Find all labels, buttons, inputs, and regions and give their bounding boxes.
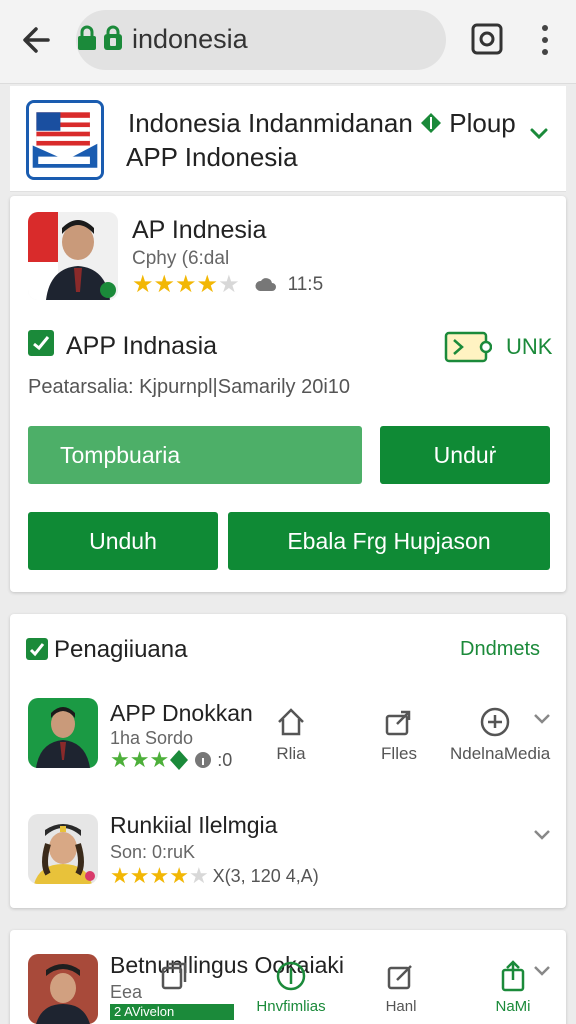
bottom-app-card: Betnunllingus Ookaiaki Eea 2 AVivelon Hn… — [10, 930, 566, 1024]
chevron-down-icon[interactable] — [528, 122, 550, 144]
row-app-name[interactable]: Runkiial Ilelmgia — [110, 812, 277, 839]
address-bar[interactable]: indonesia — [76, 10, 446, 70]
info-icon — [195, 752, 212, 768]
action-home[interactable]: Rlia — [246, 706, 336, 764]
ticket-icon[interactable] — [444, 330, 492, 364]
action-add[interactable]: Hnvfimlias — [246, 960, 336, 1015]
star-half-icon: ★ — [196, 271, 219, 298]
row-rating: ★ ★ ★ :0 — [110, 748, 232, 772]
list-checkbox[interactable] — [26, 638, 48, 660]
star-icon: ★ — [169, 863, 189, 888]
related-apps-card: Penagiiuana Dndmets APP Dnokkan 1ha Sord… — [10, 614, 566, 908]
leaf-icon — [170, 750, 189, 770]
share-icon — [385, 710, 411, 736]
plus-circle-icon — [276, 961, 306, 991]
url-text[interactable]: indonesia — [132, 24, 248, 55]
browser-toolbar: indonesia — [0, 0, 576, 84]
action-copy[interactable] — [130, 960, 220, 992]
secure-badge-icon — [104, 25, 122, 50]
back-arrow-icon[interactable] — [18, 22, 54, 58]
home-icon — [278, 708, 304, 736]
action-media-label: NdelnaMedia — [450, 744, 551, 763]
download-icon — [480, 707, 510, 737]
copy-icon — [161, 962, 187, 990]
star-icon: ★ — [149, 747, 170, 772]
app-header: Indonesia Indanmidanan Ploup APP Indones… — [10, 86, 566, 192]
star-icon: ★ — [110, 863, 130, 888]
overflow-menu-icon[interactable] — [534, 22, 556, 58]
leaf-icon — [421, 113, 442, 133]
edit-icon — [387, 965, 412, 990]
list-title: Penagiiuana — [54, 636, 188, 663]
action-edit-label: Hanl — [385, 998, 417, 1015]
unk-label[interactable]: UNK — [506, 334, 552, 360]
row-avatar[interactable] — [28, 954, 98, 1024]
row-rating: ★ ★ ★ ★ ★ X(3, 120 4,A) — [110, 864, 319, 888]
app-avatar — [28, 212, 118, 300]
app-description: Peatarsalia: Kjpurnpl|Samarily 20i10 — [28, 376, 351, 398]
app-detail-card: AP Indnesia Cphy (6:dal ★ ★ ★ ★ ★ 11:5 A… — [10, 196, 566, 592]
row-app-sub: 1ha Sordo — [110, 728, 194, 748]
header-title: Indonesia Indanmidanan Ploup — [128, 108, 516, 138]
row-app-sub: Son: 0:ruK — [110, 842, 196, 862]
row-app-name[interactable]: APP Dnokkan — [110, 700, 253, 727]
action-files-label: Flles — [381, 744, 417, 763]
star-icon: ★ — [132, 271, 154, 298]
header-subtitle: APP Indonesia — [126, 142, 298, 172]
action-files[interactable]: Flles — [354, 706, 444, 764]
row-rating-extra: :0 — [217, 749, 233, 770]
unduh-button-right[interactable]: Unduṙ — [380, 426, 550, 484]
version-badge: 2 AVivelon — [110, 1004, 234, 1020]
chevron-down-icon[interactable] — [532, 960, 552, 980]
list-more-link[interactable]: Dndmets — [460, 638, 540, 661]
checkbox-checked[interactable] — [28, 330, 54, 356]
check-icon — [33, 336, 50, 351]
lock-icon — [78, 25, 96, 50]
action-add-label: Hnvfimlias — [256, 998, 326, 1015]
star-icon: ★ — [110, 747, 130, 772]
unduh-button[interactable]: Unduh — [28, 512, 218, 570]
star-empty-icon: ★ — [218, 271, 240, 298]
action-media[interactable]: NdelnaMedia — [450, 706, 551, 764]
rating-count: 11:5 — [287, 274, 324, 295]
tabs-icon[interactable] — [470, 22, 504, 56]
action-home-label: Rlia — [276, 744, 306, 763]
app-name: AP Indnesia — [132, 216, 267, 244]
app-developer[interactable]: Cphy (6:dal — [132, 248, 229, 270]
app-logo-icon — [26, 100, 104, 180]
star-empty-icon: ★ — [188, 863, 209, 888]
star-icon: ★ — [153, 271, 176, 298]
checked-app-title: APP Indnasia — [66, 332, 218, 360]
star-icon: ★ — [129, 747, 150, 772]
cloud-download-icon — [255, 278, 276, 291]
chevron-down-icon[interactable] — [532, 708, 552, 728]
action-share-label: NaMi — [495, 998, 531, 1015]
app-rating: ★ ★ ★ ★ ★ 11:5 — [132, 272, 323, 298]
row-avatar[interactable] — [28, 698, 98, 768]
wide-action-button[interactable]: Ebala Frg Hupjason — [228, 512, 550, 570]
star-icon: ★ — [175, 271, 197, 298]
row-avatar[interactable] — [28, 814, 98, 884]
tompbuaria-button[interactable]: Tompbuaria — [28, 426, 362, 484]
check-icon — [29, 643, 45, 657]
star-icon: ★ — [129, 863, 150, 888]
chevron-down-icon[interactable] — [532, 824, 552, 844]
action-edit[interactable]: Hanl — [356, 960, 446, 1015]
star-icon: ★ — [149, 863, 170, 888]
share-icon — [501, 960, 525, 992]
row-rating-extra: X(3, 120 4,A) — [212, 865, 319, 886]
